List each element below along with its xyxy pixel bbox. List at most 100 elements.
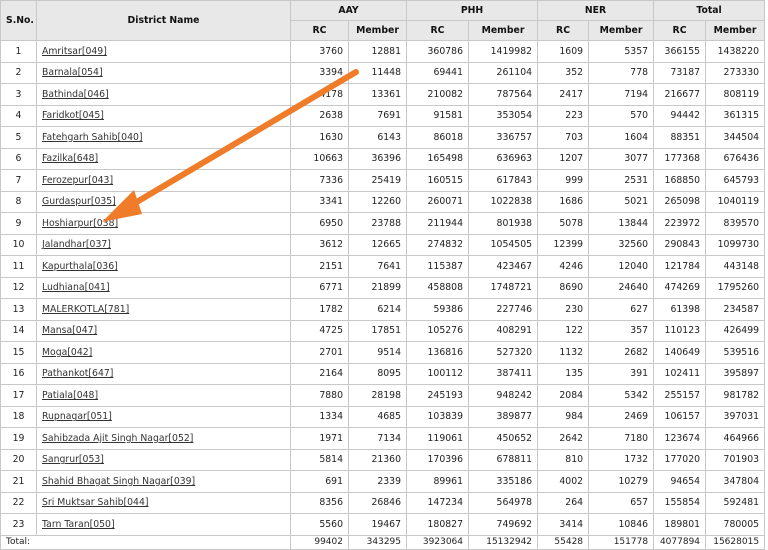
cell-tot-m: 1099730 bbox=[705, 233, 766, 256]
row-district-cell: Hoshiarpur[038] bbox=[36, 212, 291, 235]
header-total-rc: RC bbox=[653, 20, 707, 41]
cell-ner-rc: 984 bbox=[537, 405, 590, 428]
cell-aay-rc: 691 bbox=[290, 470, 349, 493]
cell-ner-m: 3077 bbox=[588, 147, 655, 170]
cell-tot-rc: 189801 bbox=[653, 513, 707, 536]
district-link[interactable]: Kapurthala[036] bbox=[42, 261, 118, 272]
cell-tot-rc: 94442 bbox=[653, 104, 707, 127]
cell-aay-rc: 8356 bbox=[290, 491, 349, 514]
cell-ner-rc: 135 bbox=[537, 362, 590, 385]
cell-phh-rc: 210082 bbox=[406, 83, 470, 106]
cell-tot-rc: 61398 bbox=[653, 298, 707, 321]
district-link[interactable]: Sahibzada Ajit Singh Nagar[052] bbox=[42, 433, 193, 444]
row-district-cell: Fatehgarh Sahib[040] bbox=[36, 126, 291, 149]
district-link[interactable]: MALERKOTLA[781] bbox=[42, 304, 129, 315]
district-link[interactable]: Jalandhar[037] bbox=[42, 239, 111, 250]
table-footer: Total: 99402 343295 3923064 15132942 554… bbox=[0, 534, 766, 550]
cell-phh-rc: 147234 bbox=[406, 491, 470, 514]
cell-phh-rc: 105276 bbox=[406, 319, 470, 342]
district-link[interactable]: Tarn Taran[050] bbox=[42, 519, 115, 530]
cell-tot-rc: 88351 bbox=[653, 126, 707, 149]
cell-ner-m: 24640 bbox=[588, 276, 655, 299]
district-link[interactable]: Gurdaspur[035] bbox=[42, 196, 116, 207]
row-district-cell: Fazilka[648] bbox=[36, 147, 291, 170]
row-sno: 20 bbox=[0, 448, 37, 471]
district-link[interactable]: Moga[042] bbox=[42, 347, 92, 358]
cell-tot-m: 443148 bbox=[705, 255, 766, 278]
cell-phh-rc: 170396 bbox=[406, 448, 470, 471]
row-district-cell: Tarn Taran[050] bbox=[36, 513, 291, 536]
table-row: 4 Faridkot[045] 2638 7691 91581 353054 223 570 9… bbox=[0, 104, 766, 127]
district-link[interactable]: Mansa[047] bbox=[42, 325, 97, 336]
district-link[interactable]: Sangrur[053] bbox=[42, 454, 104, 465]
district-link[interactable]: Faridkot[045] bbox=[42, 110, 104, 121]
cell-phh-m: 423467 bbox=[468, 255, 539, 278]
district-link[interactable]: Amritsar[049] bbox=[42, 46, 107, 57]
row-sno: 9 bbox=[0, 212, 37, 235]
cell-tot-rc: 121784 bbox=[653, 255, 707, 278]
cell-phh-m: 227746 bbox=[468, 298, 539, 321]
cell-tot-rc: 366155 bbox=[653, 40, 707, 63]
cell-aay-m: 26846 bbox=[347, 491, 408, 514]
district-link[interactable]: Barnala[054] bbox=[42, 67, 103, 78]
cell-ner-m: 627 bbox=[588, 298, 655, 321]
cell-aay-rc: 2701 bbox=[290, 341, 349, 364]
table-row: 16 Pathankot[647] 2164 8095 100112 387411 135 3… bbox=[0, 362, 766, 385]
total-aay-rc: 99402 bbox=[290, 534, 349, 550]
cell-tot-rc: 265098 bbox=[653, 190, 707, 213]
district-link[interactable]: Shahid Bhagat Singh Nagar[039] bbox=[42, 476, 195, 487]
cell-tot-m: 397031 bbox=[705, 405, 766, 428]
table-row: 19 Sahibzada Ajit Singh Nagar[052] 1971 713… bbox=[0, 427, 766, 450]
cell-phh-m: 636963 bbox=[468, 147, 539, 170]
cell-aay-m: 12260 bbox=[347, 190, 408, 213]
cell-tot-rc: 168850 bbox=[653, 169, 707, 192]
totals-row: Total: 99402 343295 3923064 15132942 554… bbox=[0, 534, 766, 550]
cell-ner-rc: 4002 bbox=[537, 470, 590, 493]
cell-tot-rc: 155854 bbox=[653, 491, 707, 514]
district-link[interactable]: Bathinda[046] bbox=[42, 89, 109, 100]
cell-tot-m: 645793 bbox=[705, 169, 766, 192]
district-link[interactable]: Patiala[048] bbox=[42, 390, 98, 401]
cell-ner-rc: 264 bbox=[537, 491, 590, 514]
header-aay-member: Member bbox=[347, 20, 408, 41]
cell-phh-m: 353054 bbox=[468, 104, 539, 127]
cell-ner-rc: 703 bbox=[537, 126, 590, 149]
header-aay: AAY bbox=[289, 0, 408, 21]
cell-phh-rc: 115387 bbox=[406, 255, 470, 278]
cell-phh-rc: 136816 bbox=[406, 341, 470, 364]
cell-tot-m: 839570 bbox=[705, 212, 766, 235]
cell-aay-rc: 3341 bbox=[290, 190, 349, 213]
cell-aay-m: 11448 bbox=[347, 61, 408, 84]
cell-tot-m: 344504 bbox=[705, 126, 766, 149]
table-header: S.No. District Name AAY PHH NER Total RC… bbox=[0, 0, 766, 41]
cell-tot-rc: 223972 bbox=[653, 212, 707, 235]
cell-aay-rc: 3612 bbox=[290, 233, 349, 256]
table-row: 9 Hoshiarpur[038] 6950 23788 211944 801938 507… bbox=[0, 212, 766, 235]
row-district-cell: Gurdaspur[035] bbox=[36, 190, 291, 213]
cell-aay-rc: 2164 bbox=[290, 362, 349, 385]
district-link[interactable]: Fatehgarh Sahib[040] bbox=[42, 132, 143, 143]
row-district-cell: Amritsar[049] bbox=[36, 40, 291, 63]
cell-ner-rc: 223 bbox=[537, 104, 590, 127]
cell-phh-rc: 458808 bbox=[406, 276, 470, 299]
district-link[interactable]: Ludhiana[041] bbox=[42, 282, 110, 293]
table-row: 15 Moga[042] 2701 9514 136816 527320 1132 2682 1… bbox=[0, 341, 766, 364]
cell-ner-rc: 2417 bbox=[537, 83, 590, 106]
table-row: 23 Tarn Taran[050] 5560 19467 180827 749692 34… bbox=[0, 513, 766, 536]
table-row: 21 Shahid Bhagat Singh Nagar[039] 691 2339 8… bbox=[0, 470, 766, 493]
cell-aay-rc: 10663 bbox=[290, 147, 349, 170]
district-link[interactable]: Fazilka[648] bbox=[42, 153, 98, 164]
cell-aay-m: 7691 bbox=[347, 104, 408, 127]
district-link[interactable]: Ferozepur[043] bbox=[42, 175, 113, 186]
cell-phh-rc: 245193 bbox=[406, 384, 470, 407]
row-sno: 11 bbox=[0, 255, 37, 278]
cell-tot-m: 464966 bbox=[705, 427, 766, 450]
cell-tot-m: 808119 bbox=[705, 83, 766, 106]
cell-tot-m: 592481 bbox=[705, 491, 766, 514]
district-link[interactable]: Rupnagar[051] bbox=[42, 411, 112, 422]
district-link[interactable]: Sri Muktsar Sahib[044] bbox=[42, 497, 149, 508]
cell-tot-m: 395897 bbox=[705, 362, 766, 385]
district-link[interactable]: Pathankot[647] bbox=[42, 368, 113, 379]
district-link[interactable]: Hoshiarpur[038] bbox=[42, 218, 118, 229]
table-row: 2 Barnala[054] 3394 11448 69441 261104 352 778 7… bbox=[0, 61, 766, 84]
